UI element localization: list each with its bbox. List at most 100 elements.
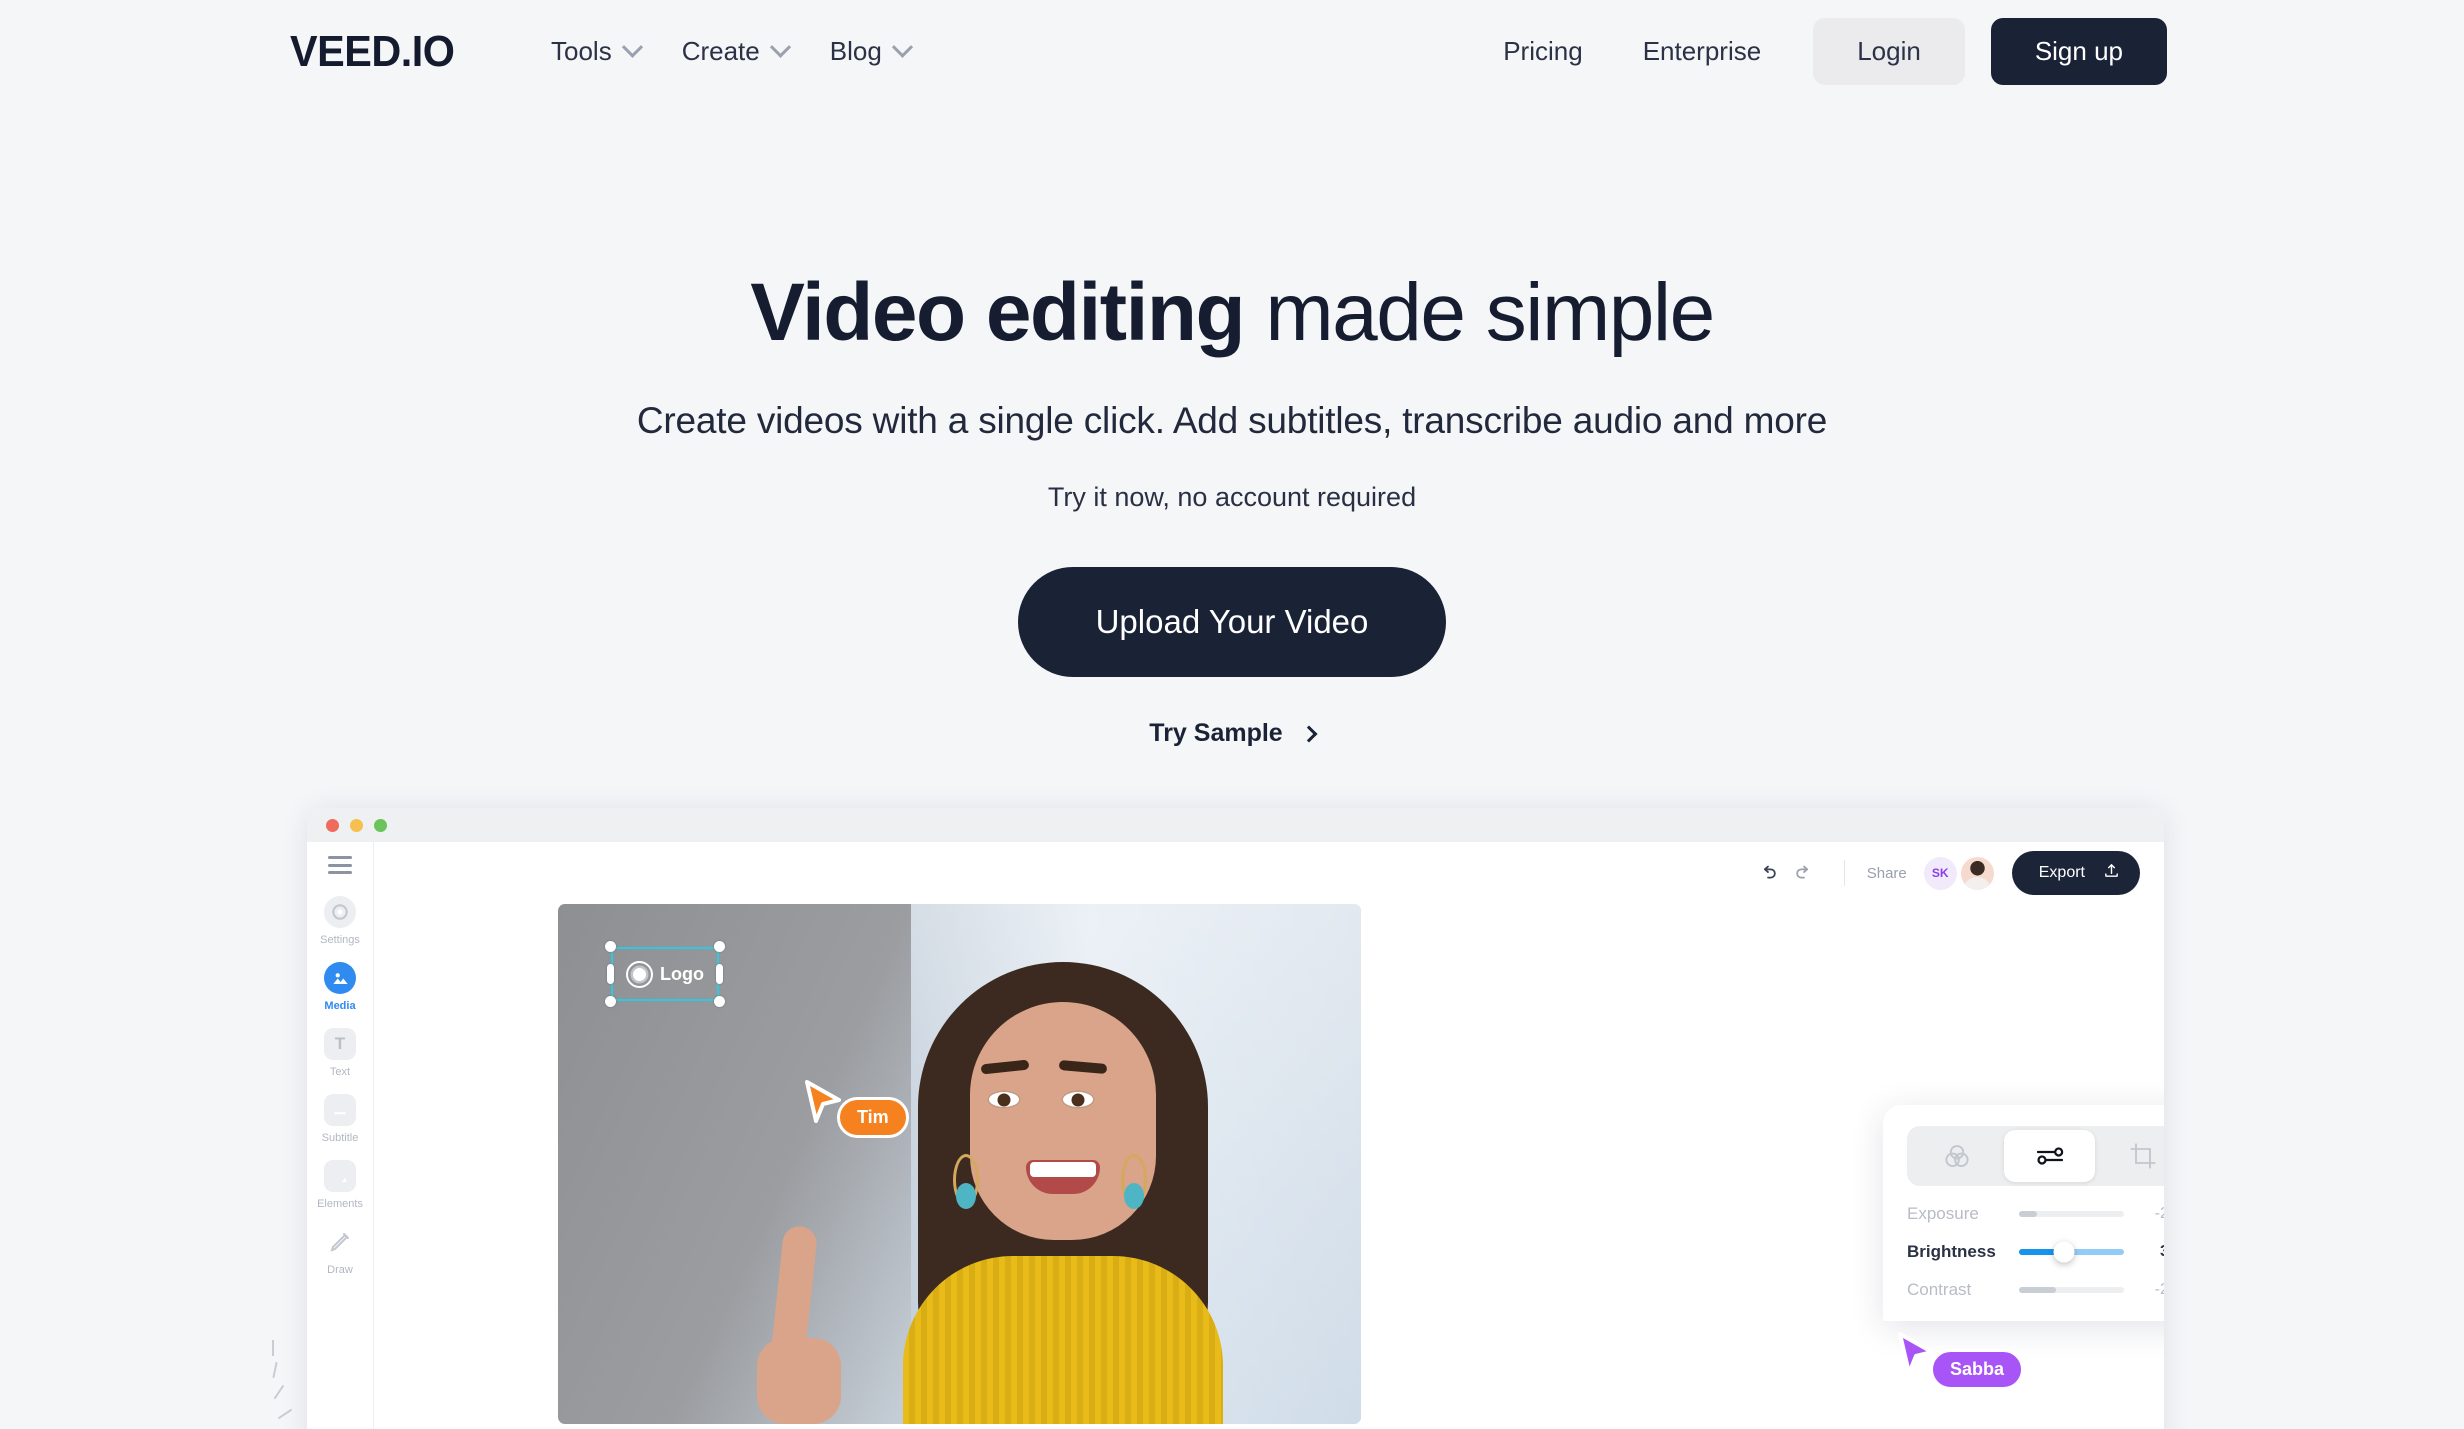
nav-menu-create[interactable]: Create (681, 36, 791, 67)
nav-menu-tools-label: Tools (551, 36, 612, 66)
signup-button[interactable]: Sign up (1990, 18, 2167, 85)
tab-color-circles[interactable] (1911, 1130, 2002, 1182)
editor-body: Settings Media T Text Subtitle Elements … (307, 842, 2164, 1429)
adjustments-tab-group (1907, 1126, 2164, 1186)
toolbar-divider (1843, 860, 1845, 886)
veed-logo[interactable]: VEED.IO (290, 27, 455, 77)
hero-section: Video editing made simple Create videos … (0, 103, 2464, 748)
resize-handle-middle-right[interactable] (716, 964, 723, 984)
adjustment-label-brightness: Brightness (1907, 1242, 1996, 1261)
sidebar-item-settings-label: Settings (320, 934, 360, 946)
resize-handle-top-left[interactable] (605, 941, 616, 952)
subject-eye-left (987, 1090, 1021, 1109)
upload-your-video-button[interactable]: Upload Your Video (1017, 567, 1447, 678)
adjustment-value-contrast: -24% (2154, 1281, 2164, 1298)
adjustment-row-brightness: Brightness 37% (1907, 1241, 2164, 1263)
adjustment-slider-brightness[interactable] (2019, 1241, 2124, 1263)
hamburger-menu-icon[interactable] (328, 856, 352, 874)
sidebar-item-elements[interactable]: Elements (307, 1160, 373, 1210)
logo-element-content: Logo (611, 947, 719, 1001)
tab-crop[interactable] (2097, 1130, 2164, 1182)
nav-link-enterprise[interactable]: Enterprise (1613, 36, 1792, 67)
editor-sidebar: Settings Media T Text Subtitle Elements … (307, 842, 374, 1429)
video-subject-person (757, 954, 1273, 1424)
nav-menu-blog[interactable]: Blog (830, 36, 913, 67)
resize-handle-top-right[interactable] (714, 941, 725, 952)
subject-shirt (903, 1256, 1223, 1424)
adjustment-slider-exposure[interactable] (2019, 1211, 2124, 1217)
subject-eye-right (1061, 1090, 1095, 1109)
resize-handle-bottom-left[interactable] (605, 996, 616, 1007)
editor-window: Settings Media T Text Subtitle Elements … (307, 808, 2164, 1429)
editor-toolbar: Share SK Export (374, 842, 2164, 904)
login-button[interactable]: Login (1813, 18, 1965, 85)
upload-icon (2103, 862, 2120, 884)
subtitle-icon (324, 1094, 356, 1126)
minimize-window-icon[interactable] (350, 818, 363, 832)
chevron-down-icon (621, 36, 643, 58)
maximize-window-icon[interactable] (374, 818, 387, 832)
sidebar-item-settings[interactable]: Settings (307, 896, 373, 946)
video-canvas[interactable]: Logo Tim (558, 904, 1361, 1424)
resize-handle-bottom-right[interactable] (714, 996, 725, 1007)
page-title-bold: Video editing (750, 267, 1245, 358)
logo-element-label: Logo (660, 963, 704, 984)
hero-note: Try it now, no account required (1047, 482, 1417, 513)
adjustment-slider-contrast[interactable] (2019, 1287, 2124, 1293)
page-title: Video editing made simple (0, 267, 2464, 358)
top-navigation-bar: VEED.IO Tools Create Blog Pricing Enterp… (0, 0, 2464, 103)
close-window-icon[interactable] (326, 818, 339, 832)
sidebar-item-draw[interactable]: Draw (307, 1226, 373, 1276)
share-button[interactable]: Share (1867, 865, 1907, 882)
adjustment-label-contrast: Contrast (1907, 1280, 1972, 1299)
subject-hand (749, 1218, 853, 1424)
collaborator-name-tag: Tim (837, 1097, 909, 1138)
tab-sliders[interactable] (2004, 1130, 2095, 1182)
chevron-right-icon (1300, 725, 1318, 743)
nav-menu-group: Tools Create Blog (551, 36, 913, 67)
sidebar-item-text-label: Text (329, 1066, 351, 1078)
adjustment-value-brightness: 37% (2138, 1243, 2164, 1261)
undo-arrow-icon[interactable] (1750, 855, 1786, 891)
editor-preview-mockup: Settings Media T Text Subtitle Elements … (307, 808, 2164, 1429)
sidebar-item-subtitle-label: Subtitle (321, 1132, 359, 1144)
canvas-logo-element[interactable]: Logo (605, 941, 725, 1007)
collaborator-name-tag: Sabba (1930, 1349, 2025, 1390)
pencil-icon (324, 1226, 356, 1258)
nav-menu-tools[interactable]: Tools (551, 36, 643, 67)
try-sample-link[interactable]: Try Sample (1149, 719, 1318, 748)
gear-icon (324, 896, 356, 928)
subject-earring-right (1121, 1154, 1147, 1206)
nav-actions-group: Pricing Enterprise Login Sign up (1473, 18, 2167, 85)
nav-menu-create-label: Create (681, 36, 760, 66)
export-button[interactable]: Export (2011, 851, 2140, 895)
resize-handle-middle-left[interactable] (607, 964, 614, 984)
adjustment-value-exposure: -24% (2154, 1205, 2164, 1222)
sidebar-item-elements-label: Elements (317, 1198, 363, 1210)
subject-earring-left (953, 1154, 979, 1206)
avatar[interactable] (1960, 856, 1994, 890)
try-sample-label: Try Sample (1149, 719, 1283, 748)
chevron-down-icon (891, 36, 913, 58)
chevron-down-icon (769, 36, 791, 58)
export-button-label: Export (2038, 864, 2085, 881)
sidebar-item-text[interactable]: T Text (307, 1028, 373, 1078)
slider-knob-brightness[interactable] (2053, 1241, 2075, 1263)
collaborator-cursor-sabba: Sabba (1894, 1331, 2025, 1390)
window-titlebar (307, 808, 2164, 842)
media-image-icon (324, 962, 356, 994)
sidebar-item-subtitle[interactable]: Subtitle (307, 1094, 373, 1144)
text-t-icon: T (324, 1028, 356, 1060)
adjustment-row-contrast: Contrast -24% (1907, 1280, 2164, 1300)
sidebar-item-media[interactable]: Media (307, 962, 373, 1012)
logo-ring-icon (626, 960, 653, 988)
nav-link-pricing[interactable]: Pricing (1473, 36, 1612, 67)
page-title-light: made simple (1265, 267, 1715, 358)
redo-arrow-icon[interactable] (1786, 855, 1822, 891)
sidebar-item-draw-label: Draw (327, 1264, 353, 1276)
adjustment-row-exposure: Exposure -24% (1907, 1204, 2164, 1224)
collaborator-cursor-tim: Tim (801, 1079, 909, 1138)
elements-shape-icon (324, 1160, 356, 1192)
avatar-initials[interactable]: SK (1923, 856, 1957, 890)
sidebar-item-media-label: Media (324, 1000, 356, 1012)
